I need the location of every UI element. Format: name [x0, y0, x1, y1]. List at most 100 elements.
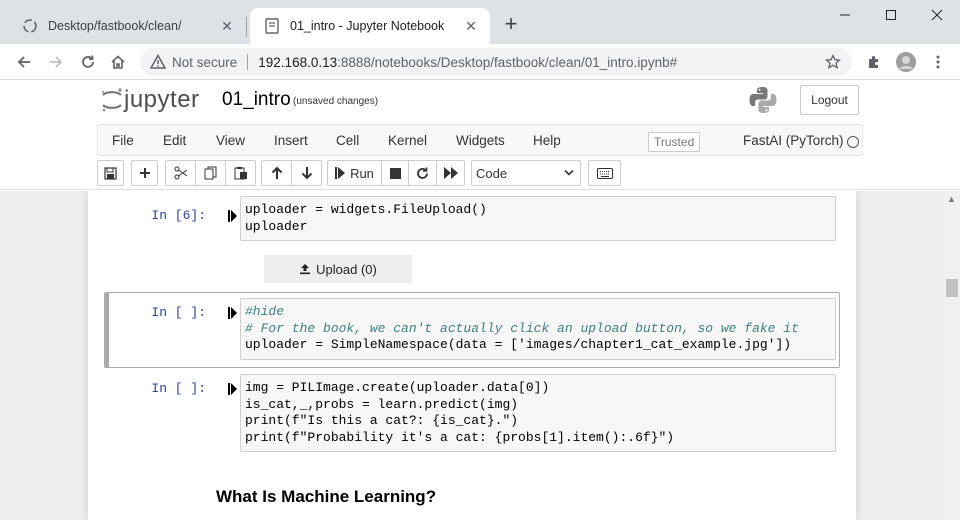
menu-help[interactable]: Help	[533, 133, 561, 148]
reload-icon[interactable]	[76, 50, 100, 74]
copy-icon	[204, 166, 216, 180]
restart-icon	[417, 167, 428, 179]
plus-icon	[139, 168, 150, 178]
tab-file-browser[interactable]: Desktop/fastbook/clean/ ✕	[8, 8, 246, 44]
move-down-button[interactable]	[291, 160, 322, 186]
restart-kernel-button[interactable]	[408, 160, 437, 186]
cut-button[interactable]	[165, 160, 196, 186]
jupyter-menubar: File Edit View Insert Cell Kernel Widget…	[97, 124, 863, 156]
security-status[interactable]: Not secure	[172, 55, 237, 70]
jupyter-header: jupyter 01_intro (unsaved changes) Logou…	[0, 80, 960, 190]
jupyter-logo[interactable]: jupyter	[100, 85, 200, 115]
cell-type-value: Code	[476, 165, 508, 181]
cell-prompt: In [6]:	[151, 208, 206, 223]
new-tab-button[interactable]: +	[500, 13, 522, 36]
cell-prompt: In [ ]:	[151, 305, 206, 320]
notebook-favicon-icon	[264, 18, 280, 34]
menu-view[interactable]: View	[216, 133, 245, 148]
back-arrow-icon[interactable]	[12, 50, 36, 74]
menu-edit[interactable]: Edit	[163, 133, 186, 148]
markdown-heading: What Is Machine Learning?	[216, 487, 437, 506]
autosave-status: (unsaved changes)	[293, 96, 379, 107]
browser-toolbar: Not secure 192.168.0.13 :8888/notebooks/…	[0, 44, 960, 80]
cell-type-select[interactable]: Code	[471, 160, 581, 186]
copy-button[interactable]	[195, 160, 226, 186]
command-palette-button[interactable]	[588, 160, 621, 186]
code-cell-selected[interactable]: In [ ]: #hide # For the book, we can't a…	[104, 292, 840, 368]
paste-button[interactable]	[225, 160, 256, 186]
tab-notebook[interactable]: 01_intro - Jupyter Notebook ✕	[250, 8, 490, 44]
code-line: #hide	[245, 304, 285, 319]
code-line: uploader	[245, 218, 308, 234]
browser-menu-icon[interactable]	[926, 50, 950, 74]
warning-icon[interactable]	[150, 54, 166, 70]
step-forward-icon	[335, 167, 346, 179]
profile-avatar[interactable]	[894, 50, 918, 74]
paste-icon	[234, 167, 247, 180]
cell-input[interactable]: uploader = widgets.FileUpload() uploader	[240, 196, 836, 241]
chevron-down-icon	[564, 169, 574, 176]
notebook-page: In [6]: uploader = widgets.FileUpload() …	[88, 191, 856, 520]
kernel-name[interactable]: FastAI (PyTorch)	[743, 133, 844, 148]
scissors-icon	[174, 166, 187, 180]
tab-close-icon[interactable]: ✕	[462, 17, 480, 35]
jupyter-logo-text: jupyter	[124, 86, 200, 113]
cell-input[interactable]: #hide # For the book, we can't actually …	[240, 298, 836, 360]
trusted-indicator[interactable]: Trusted	[648, 132, 701, 152]
insert-cell-button[interactable]	[131, 160, 158, 186]
move-up-button[interactable]	[261, 160, 292, 186]
menu-cell[interactable]: Cell	[336, 133, 359, 148]
menu-insert[interactable]: Insert	[274, 133, 308, 148]
tab-close-icon[interactable]: ✕	[218, 17, 236, 35]
run-indicator-icon[interactable]	[228, 383, 238, 395]
upload-button-label: Upload (0)	[316, 261, 377, 277]
interrupt-button[interactable]	[381, 160, 409, 186]
code-cell[interactable]: In [6]: uploader = widgets.FileUpload() …	[104, 196, 840, 283]
code-line: uploader = SimpleNamespace(data = ['imag…	[245, 337, 792, 352]
code-line: is_cat,_,probs = learn.predict(img)	[245, 396, 519, 412]
keyboard-icon	[596, 167, 613, 179]
scroll-up-icon[interactable]: ▲	[947, 194, 956, 204]
menu-file[interactable]: File	[112, 133, 134, 148]
save-button[interactable]	[97, 160, 124, 186]
notebook-name[interactable]: 01_intro	[222, 89, 291, 111]
menu-widgets[interactable]: Widgets	[456, 133, 505, 148]
code-line: img = PILImage.create(uploader.data[0])	[245, 380, 550, 395]
address-bar[interactable]: Not secure 192.168.0.13 :8888/notebooks/…	[140, 48, 852, 76]
home-icon[interactable]	[106, 50, 130, 74]
extensions-puzzle-icon[interactable]	[862, 50, 886, 74]
cell-prompt: In [ ]:	[151, 381, 206, 396]
jupyter-favicon-icon	[22, 18, 38, 34]
code-cell[interactable]: In [ ]: img = PILImage.create(uploader.d…	[104, 374, 840, 458]
save-icon	[104, 166, 117, 180]
run-button-label: Run	[350, 165, 374, 181]
close-window-icon[interactable]	[914, 0, 960, 30]
scrollbar-thumb[interactable]	[946, 279, 958, 297]
logout-button[interactable]: Logout	[800, 85, 859, 115]
minimize-icon[interactable]	[822, 0, 868, 30]
bookmark-star-icon[interactable]	[824, 53, 842, 71]
run-button[interactable]: Run	[327, 160, 382, 186]
code-line: # For the book, we can't actually click …	[245, 320, 799, 336]
arrow-up-icon	[271, 166, 282, 179]
file-upload-button[interactable]: Upload (0)	[264, 255, 412, 283]
upload-icon	[300, 264, 311, 275]
kernel-idle-icon	[847, 136, 859, 148]
run-indicator-icon[interactable]	[228, 210, 238, 222]
forward-arrow-icon[interactable]	[44, 50, 68, 74]
restart-run-all-button[interactable]	[436, 160, 465, 186]
fast-forward-icon	[443, 167, 458, 179]
code-line: print(f"Probability it's a cat: {probs[1…	[245, 429, 675, 445]
tab-title: Desktop/fastbook/clean/	[48, 19, 182, 33]
arrow-down-icon	[301, 167, 312, 180]
browser-tab-strip: Desktop/fastbook/clean/ ✕ 01_intro - Jup…	[0, 0, 960, 44]
run-indicator-icon[interactable]	[228, 307, 238, 319]
jupyter-logo-icon	[102, 88, 122, 112]
stop-icon	[389, 167, 401, 179]
cell-input[interactable]: img = PILImage.create(uploader.data[0]) …	[240, 374, 836, 452]
maximize-icon[interactable]	[868, 0, 914, 30]
vertical-scrollbar[interactable]: ▲	[944, 191, 960, 520]
menu-kernel[interactable]: Kernel	[388, 133, 427, 148]
code-line: uploader = widgets.FileUpload()	[245, 202, 487, 217]
code-line: print(f"Is this a cat?: {is_cat}.")	[245, 413, 519, 428]
